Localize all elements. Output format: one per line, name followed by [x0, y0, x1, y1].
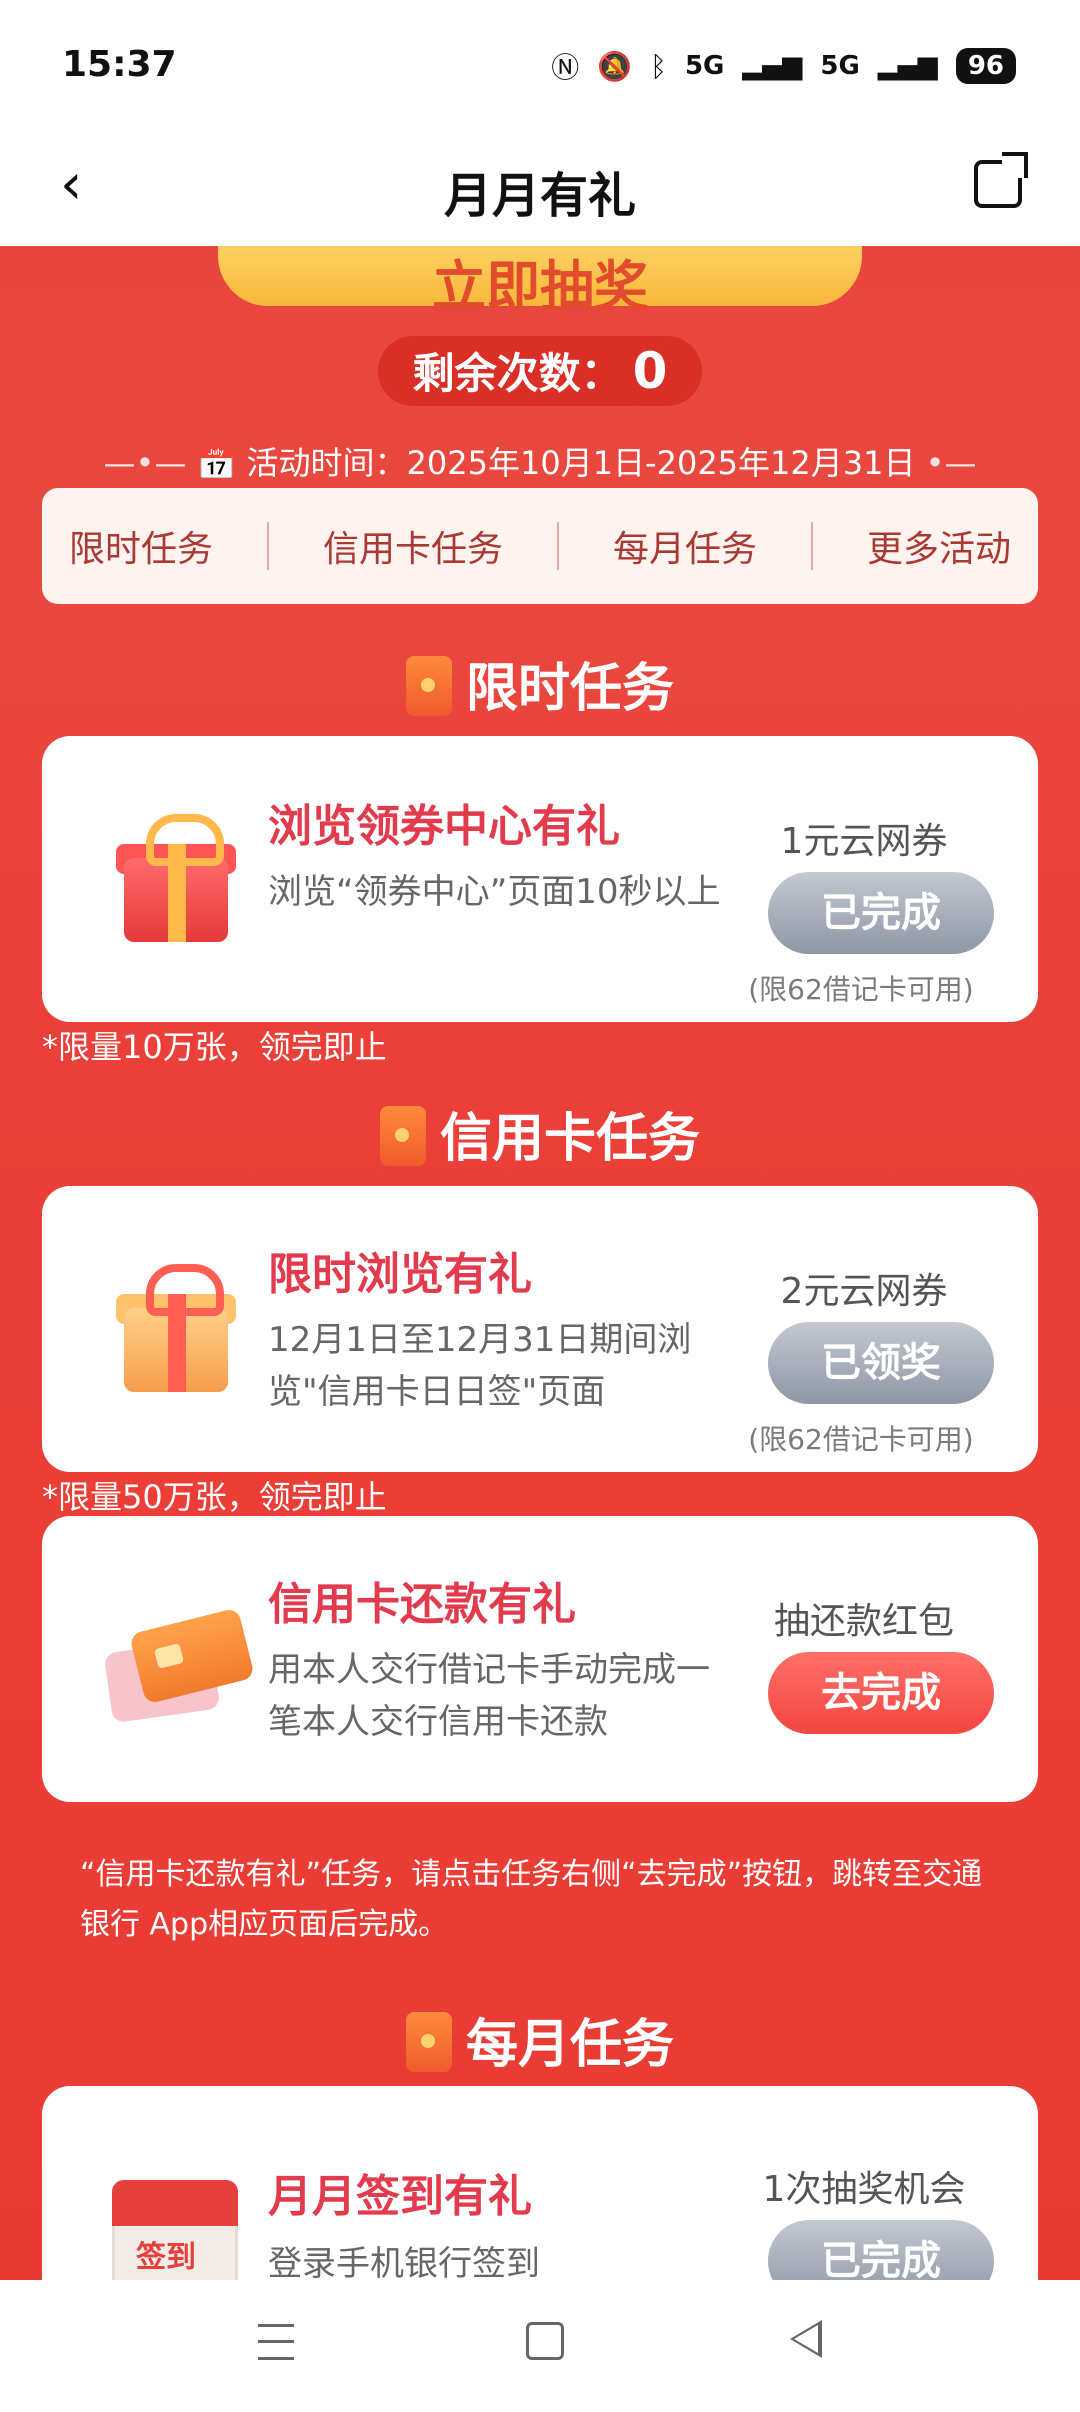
system-nav-bar [0, 2280, 1080, 2412]
task-card-browse-credit: 限时浏览有礼 12月1日至12月31日期间浏览"信用卡日日签"页面 2元云网券 … [42, 1186, 1038, 1472]
draw-button[interactable]: 立即抽奖 [218, 246, 862, 318]
section-title-limited: 限时任务 [0, 646, 1080, 722]
section-title-monthly: 每月任务 [0, 2002, 1080, 2078]
claimed-button[interactable]: 已领奖 [768, 1322, 994, 1404]
divider-left: —•— [103, 444, 187, 482]
gift-icon [102, 1258, 252, 1408]
tab-more-activities[interactable]: 更多活动 [867, 520, 1011, 572]
share-icon[interactable] [974, 152, 1028, 208]
red-packet-icon [405, 656, 452, 716]
status-time: 15:37 [62, 44, 177, 85]
tab-divider [266, 522, 269, 570]
nfc-icon: Ⓝ [551, 51, 580, 84]
gift-icon [102, 808, 252, 958]
period-value: 2025年10月1日-2025年12月31日 [406, 444, 916, 482]
menu-icon[interactable] [258, 2324, 294, 2360]
status-bar: 15:37 Ⓝ 🔕 ᛒ 5G ▂▄▆ 5G ▂▄▆ 96 [0, 0, 1080, 130]
divider-right: •— [925, 444, 977, 482]
section-title-text: 信用卡任务 [439, 1109, 700, 1169]
red-packet-icon [379, 1106, 426, 1166]
task-reward: 2元云网券 [780, 1271, 948, 1312]
calendar-icon: 📅 [196, 444, 237, 482]
repayment-note: “信用卡还款有礼”任务，请点击任务右侧“去完成”按钮，跳转至交通银行 App相应… [80, 1857, 983, 1942]
signal-icon-2: 5G [820, 51, 860, 81]
signal-bars-2: ▂▄▆ [877, 51, 938, 81]
card-limit-note: (限62借记卡可用) [748, 973, 974, 1006]
activity-period: —•— 📅 活动时间：2025年10月1日-2025年12月31日 •— [0, 438, 1080, 484]
period-label: 活动时间： [246, 444, 407, 482]
completed-button[interactable]: 已完成 [768, 872, 994, 954]
task-card-credit-repayment: 信用卡还款有礼 用本人交行借记卡手动完成一笔本人交行信用卡还款 抽还款红包 去完… [42, 1516, 1038, 1802]
top-nav-bar: ‹ 月月有礼 [0, 130, 1080, 246]
credit-card-icon [102, 1586, 256, 1736]
go-complete-button[interactable]: 去完成 [768, 1652, 994, 1734]
task-title: 限时浏览有礼 [268, 1249, 532, 1300]
section-title-text: 每月任务 [465, 2015, 674, 2075]
home-icon[interactable] [526, 2322, 564, 2360]
section-title-credit: 信用卡任务 [0, 1096, 1080, 1172]
tab-limited-tasks[interactable]: 限时任务 [69, 520, 213, 572]
task-description: 12月1日至12月31日期间浏览"信用卡日日签"页面 [268, 1320, 692, 1412]
main-content: 立即抽奖 剩余次数： 0 —•— 📅 活动时间：2025年10月1日-2025年1… [0, 246, 1080, 2280]
tab-divider [556, 522, 559, 570]
task-tabs: 限时任务 信用卡任务 每月任务 更多活动 [42, 488, 1038, 604]
page-title: 月月有礼 [443, 168, 636, 224]
quota-note: *限量10万张，领完即止 [42, 1028, 387, 1066]
remaining-count-badge: 剩余次数： 0 [378, 336, 702, 406]
tab-divider [810, 522, 813, 570]
system-back-icon[interactable] [790, 2320, 822, 2358]
red-packet-icon [405, 2012, 452, 2072]
card-limit-note: (限62借记卡可用) [748, 1423, 974, 1456]
signal-icon-1: 5G [684, 51, 725, 81]
task-reward: 1元云网券 [780, 821, 948, 862]
task-description: 用本人交行借记卡手动完成一笔本人交行信用卡还款 [268, 1650, 710, 1742]
task-reward: 抽还款红包 [773, 1601, 954, 1642]
status-icons: Ⓝ 🔕 ᛒ 5G ▂▄▆ 5G ▂▄▆ 96 [551, 46, 1016, 86]
task-reward: 1次抽奖机会 [762, 2169, 966, 2210]
calendar-icon-text: 签到 [136, 2240, 196, 2275]
task-title: 浏览领券中心有礼 [268, 801, 620, 852]
remaining-label: 剩余次数： [412, 349, 623, 398]
task-card-browse-coupon: 浏览领券中心有礼 浏览“领券中心”页面10秒以上 1元云网券 已完成 (限62借… [42, 736, 1038, 1022]
task-title: 月月签到有礼 [268, 2171, 532, 2222]
tab-monthly-tasks[interactable]: 每月任务 [613, 520, 757, 572]
task-title: 信用卡还款有礼 [268, 1579, 576, 1630]
calendar-checkin-icon: 签到 [102, 2156, 252, 2280]
bluetooth-icon: ᛒ [650, 49, 667, 83]
section-title-text: 限时任务 [465, 659, 674, 719]
quota-note: *限量50万张，领完即止 [42, 1478, 387, 1516]
task-description: 登录手机银行签到 [268, 2244, 540, 2280]
draw-button-label: 立即抽奖 [432, 255, 648, 318]
tab-credit-card-tasks[interactable]: 信用卡任务 [323, 520, 503, 572]
task-description: 浏览“领券中心”页面10秒以上 [268, 872, 721, 912]
remaining-count: 0 [632, 342, 668, 400]
mute-icon: 🔕 [597, 49, 633, 83]
task-card-monthly-checkin: 签到 月月签到有礼 登录手机银行签到 1次抽奖机会 已完成 [42, 2086, 1038, 2280]
battery-indicator: 96 [955, 48, 1016, 84]
signal-bars-1: ▂▄▆ [742, 51, 803, 81]
completed-button[interactable]: 已完成 [768, 2220, 994, 2280]
